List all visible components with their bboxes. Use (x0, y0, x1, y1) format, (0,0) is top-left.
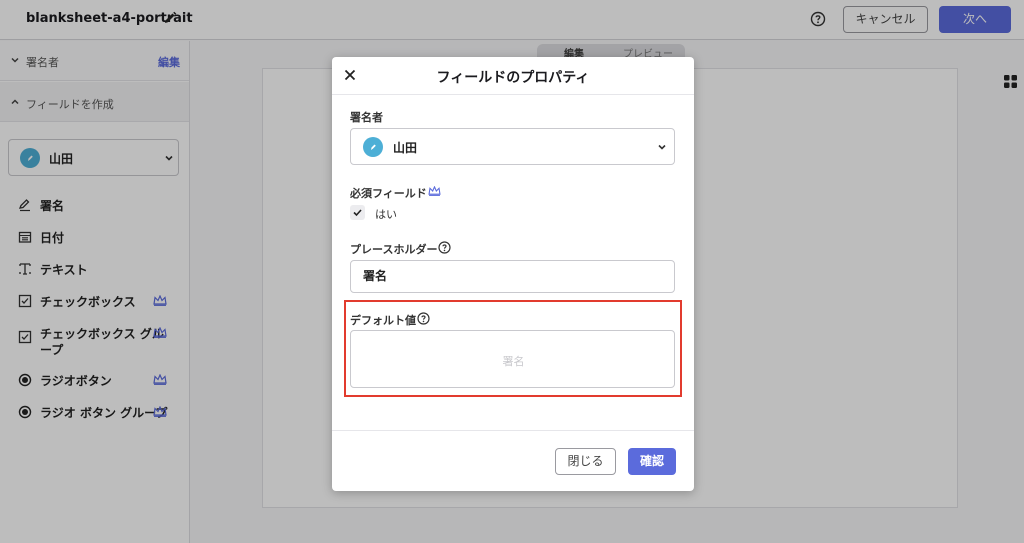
placeholder-label: プレースホルダー (350, 243, 438, 256)
pen-icon (371, 144, 376, 150)
placeholder-input[interactable]: 署名 (350, 260, 675, 293)
help-icon[interactable] (438, 241, 451, 254)
signer-select-value: 山田 (393, 141, 418, 155)
check-icon (353, 209, 362, 217)
close-button[interactable]: 閉じる (555, 448, 616, 475)
avatar (363, 137, 383, 157)
help-icon[interactable] (417, 312, 430, 325)
dialog-title: フィールドのプロパティ (436, 70, 590, 86)
dialog-header: フィールドのプロパティ (332, 57, 694, 95)
default-value-placeholder: 署名 (502, 355, 525, 368)
confirm-button[interactable]: 確認 (628, 448, 676, 475)
dialog-divider (332, 430, 694, 431)
chevron-down-icon (658, 144, 666, 150)
required-checkbox[interactable] (350, 205, 365, 220)
default-value-label: デフォルト値 (350, 314, 416, 327)
crown-icon (428, 186, 441, 196)
signer-label: 署名者 (350, 111, 383, 124)
required-option-label: はい (375, 208, 397, 221)
default-value-textarea[interactable]: 署名 (350, 330, 675, 388)
required-field-label: 必須フィールド (350, 187, 427, 200)
signer-select[interactable]: 山田 (350, 128, 675, 165)
field-properties-dialog: フィールドのプロパティ 署名者 山田 必須フィールド はい プレースホルダー 署… (332, 57, 694, 491)
